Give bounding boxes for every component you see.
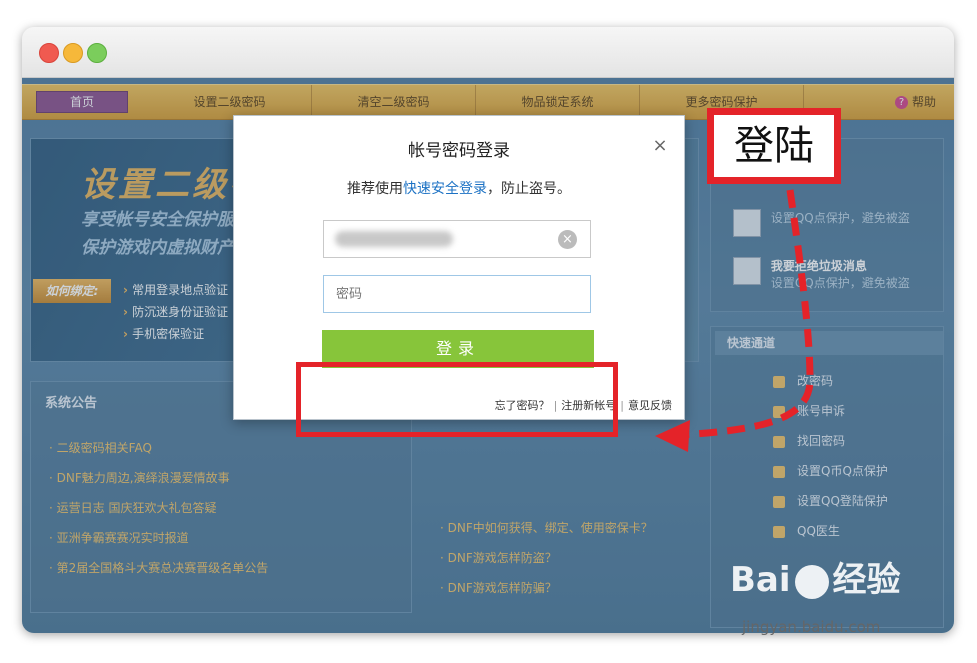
watermark-brand: Bai 经验 [730, 552, 901, 601]
watermark-text: Bai [730, 560, 791, 600]
watermark-url: jingyan.baidu.com [742, 618, 881, 636]
watermark-text-2: 经验 [832, 560, 901, 600]
annotation-label: 登陆 [734, 123, 814, 169]
annotation-box: 登陆 [707, 108, 841, 184]
paw-icon [794, 564, 829, 599]
